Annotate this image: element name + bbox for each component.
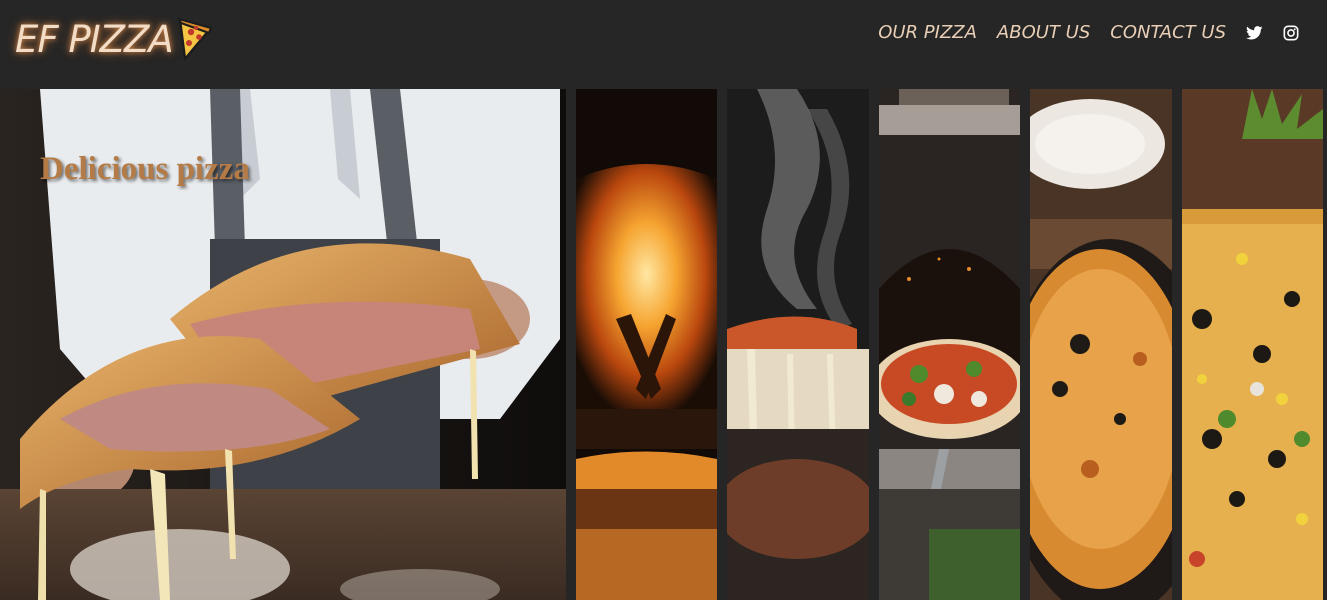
hero-image: Delicious pizza — [0, 89, 566, 600]
gallery-image-baked-pizza[interactable] — [1030, 89, 1172, 600]
brand-name: EF PIZZA — [15, 18, 174, 61]
main-nav: OUR PIZZA ABOUT US CONTACT US — [858, 22, 1300, 43]
gallery-image-pizza-oven[interactable] — [879, 89, 1020, 600]
gallery-image-cheese-pull[interactable] — [727, 89, 869, 600]
twitter-icon[interactable] — [1245, 24, 1263, 42]
gallery-image-oven-flames[interactable] — [576, 89, 717, 600]
top-navbar: EF PIZZA OUR PIZZA ABOUT US CONTACT US — [0, 0, 1327, 89]
nav-about-us[interactable]: ABOUT US — [997, 22, 1090, 43]
instagram-icon[interactable] — [1282, 24, 1300, 42]
brand-logo[interactable]: EF PIZZA — [15, 17, 214, 61]
nav-our-pizza[interactable]: OUR PIZZA — [878, 22, 977, 43]
gallery-image-olive-pizza[interactable] — [1182, 89, 1323, 600]
nav-contact-us[interactable]: CONTACT US — [1110, 22, 1226, 43]
pizza-slice-icon — [176, 17, 214, 61]
hero-title: Delicious pizza — [40, 151, 250, 187]
